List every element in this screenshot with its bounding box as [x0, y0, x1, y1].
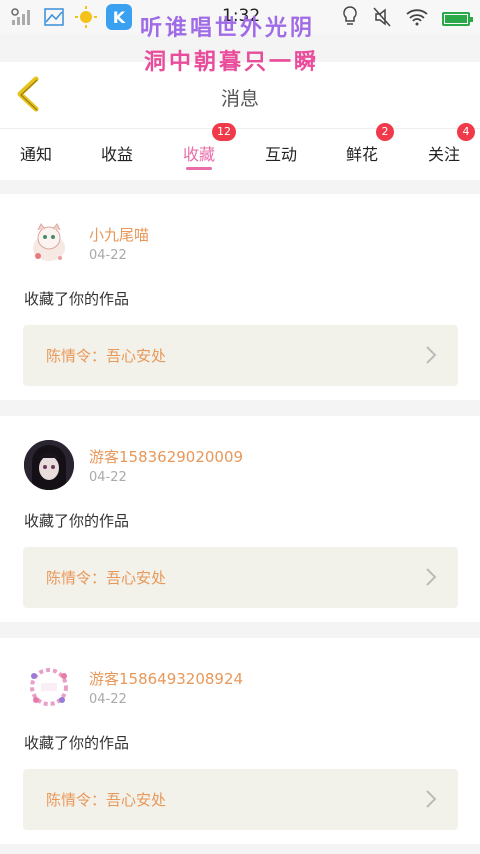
bulb-icon	[342, 6, 358, 32]
tab-notifications[interactable]: 通知	[20, 141, 52, 165]
overlay-text-line2: 洞中朝暮只一瞬	[144, 50, 320, 75]
tab-flowers[interactable]: 鲜花	[346, 141, 378, 165]
work-title: 陈情令：吾心安处	[46, 569, 167, 587]
overlay-text-line1: 听谁唱世外光阴	[140, 16, 316, 41]
avatar[interactable]	[24, 440, 74, 490]
message-card: 游客1583629020009 04-22 收藏了你的作品 陈情令：吾心安处	[0, 416, 480, 622]
tab-follows[interactable]: 关注	[428, 141, 460, 165]
avatar[interactable]	[24, 218, 74, 268]
battery-icon	[442, 12, 473, 26]
message-date: 04-22	[89, 692, 127, 707]
chevron-right-icon	[426, 346, 437, 364]
flowers-badge: 2	[376, 123, 394, 141]
message-date: 04-22	[89, 248, 127, 263]
username[interactable]: 小九尾喵	[89, 224, 149, 245]
mute-icon	[372, 6, 392, 32]
message-text: 收藏了你的作品	[24, 290, 130, 308]
follows-badge: 4	[457, 123, 475, 141]
username[interactable]: 游客1586493208924	[89, 668, 243, 689]
active-tab-indicator	[186, 167, 212, 170]
tab-favorites[interactable]: 收藏	[183, 141, 215, 165]
k-app-icon: K	[106, 4, 132, 30]
message-date: 04-22	[89, 470, 127, 485]
weather-icon	[74, 6, 98, 28]
tab-interactions[interactable]: 互动	[265, 141, 297, 165]
message-text: 收藏了你的作品	[24, 512, 130, 530]
chevron-right-icon	[426, 790, 437, 808]
work-title: 陈情令：吾心安处	[46, 347, 167, 365]
tab-earnings[interactable]: 收益	[101, 141, 133, 165]
tab-bar: 通知 收益 收藏 12 互动 鲜花 2 关注 4	[0, 123, 480, 180]
page-title: 消息	[220, 88, 259, 110]
message-card: 小九尾喵 04-22 收藏了你的作品 陈情令：吾心安处	[0, 194, 480, 400]
wifi-icon	[406, 8, 428, 30]
gallery-icon	[42, 6, 66, 28]
favorites-badge: 12	[212, 123, 236, 141]
message-card: 游客1586493208924 04-22 收藏了你的作品 陈情令：吾心安处	[0, 638, 480, 844]
work-title: 陈情令：吾心安处	[46, 791, 167, 809]
signal-off-icon	[10, 6, 34, 28]
work-link[interactable]: 陈情令：吾心安处	[23, 769, 458, 830]
username[interactable]: 游客1583629020009	[89, 446, 243, 467]
chevron-right-icon	[426, 568, 437, 586]
avatar[interactable]	[24, 662, 74, 712]
work-link[interactable]: 陈情令：吾心安处	[23, 547, 458, 608]
message-text: 收藏了你的作品	[24, 734, 130, 752]
work-link[interactable]: 陈情令：吾心安处	[23, 325, 458, 386]
